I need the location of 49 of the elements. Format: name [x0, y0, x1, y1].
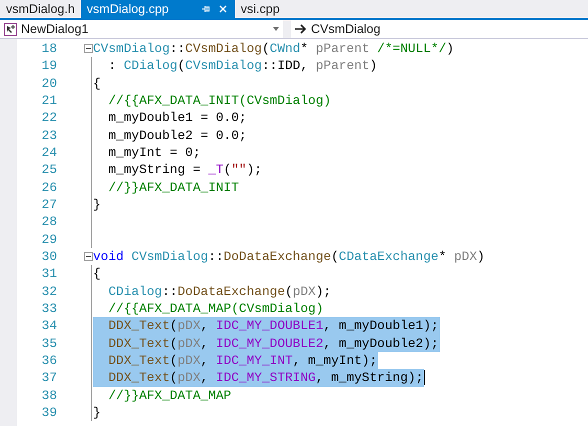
editor-tab[interactable]: vsi.cpp [234, 0, 286, 18]
line-number: 27 [40, 196, 57, 214]
line-number: 18 [40, 40, 57, 58]
editor-tab[interactable]: vsmDialog.h [0, 0, 81, 18]
line-number: 33 [40, 300, 57, 318]
line-number: 20 [40, 74, 57, 92]
code-line: //{{AFX_DATA_MAP(CVsmDialog) [107, 300, 324, 318]
line-number: 30 [40, 248, 57, 266]
code-line: : CDialog(CVsmDialog::IDD, pParent) [107, 57, 378, 75]
close-icon[interactable] [218, 5, 227, 13]
code-line: m_myInt = 0; [107, 144, 202, 162]
code-line: } [93, 196, 102, 214]
editor-tab[interactable]: vsmDialog.cpp [80, 0, 235, 18]
collapse-icon[interactable] [84, 252, 93, 262]
code-line: //}}AFX_DATA_INIT [107, 178, 240, 196]
dialog-class-icon [4, 22, 17, 36]
collapse-icon[interactable] [84, 44, 93, 54]
line-number: 36 [40, 352, 57, 370]
line-number: 21 [40, 92, 57, 110]
line-number: 24 [40, 144, 57, 162]
code-line: } [93, 404, 102, 422]
line-number: 34 [40, 317, 57, 335]
line-number: 26 [40, 178, 57, 196]
line-number: 19 [40, 57, 57, 75]
code-line: m_myDouble2 = 0.0; [107, 126, 248, 144]
line-number: 39 [40, 404, 57, 422]
line-number: 25 [40, 161, 57, 179]
arrow-icon [295, 24, 307, 34]
line-number: 38 [40, 386, 57, 404]
pin-icon[interactable] [200, 5, 211, 13]
member-dropdown[interactable]: CVsmDialog [291, 20, 588, 38]
code-line: void CVsmDialog::DoDataExchange(CDataExchange* pDX) [93, 248, 486, 266]
line-number: 23 [40, 126, 57, 144]
line-number: 31 [40, 265, 57, 283]
line-number: 28 [40, 213, 57, 231]
code-line: { [93, 74, 102, 92]
line-number: 37 [40, 369, 57, 387]
code-line: { [93, 265, 102, 283]
code-line: m_myDouble1 = 0.0; [107, 109, 248, 127]
line-number: 22 [40, 109, 57, 127]
line-number: 29 [40, 230, 57, 248]
code-line: //{{AFX_DATA_INIT(CVsmDialog) [107, 92, 332, 110]
line-number: 35 [40, 334, 57, 352]
dropdown-caret-icon[interactable] [273, 27, 279, 31]
code-line: m_myString = _T(""); [107, 161, 263, 179]
line-number: 32 [40, 282, 57, 300]
code-line: CVsmDialog::CVsmDialog(CWnd* pParent /*=NULL*/) [93, 40, 455, 58]
code-line: //}}AFX_DATA_MAP [107, 386, 232, 404]
code-line: CDialog::DoDataExchange(pDX); [107, 282, 332, 300]
